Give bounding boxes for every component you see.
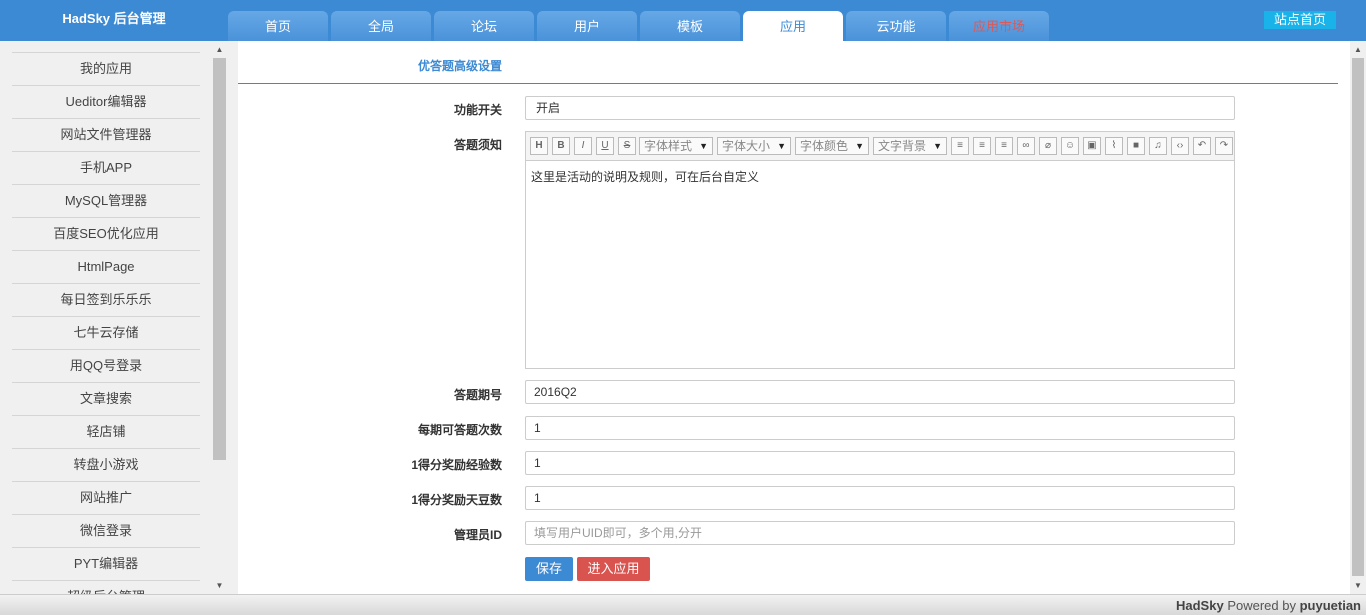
editor-toolbar: H B I U S 字体样式 ▼ 字体大小 ▼ 字体颜色 ▼ 文字背景 ▼ ≡ ≡ ≡ … xyxy=(526,132,1234,161)
sidebar: 我的应用 Ueditor编辑器 网站文件管理器 手机APP MySQL管理器 百… xyxy=(0,41,228,594)
sidebar-item-file-manager[interactable]: 网站文件管理器 xyxy=(12,118,200,151)
main-scrollbar[interactable]: ▲ ▼ xyxy=(1350,41,1366,594)
unlink-icon[interactable]: ⌀ xyxy=(1039,137,1057,155)
tab-cloud[interactable]: 云功能 xyxy=(846,11,946,41)
font-style-select-label: 字体样式 xyxy=(644,139,693,153)
times-input[interactable]: 1 xyxy=(525,416,1235,440)
strikethrough-icon[interactable]: S xyxy=(618,137,636,155)
font-color-select[interactable]: 字体颜色 ▼ xyxy=(795,137,869,155)
exp-label: 1得分奖励经验数 xyxy=(411,458,502,472)
align-left-icon[interactable]: ≡ xyxy=(951,137,969,155)
admin-brand: HadSky 后台管理 xyxy=(62,11,166,26)
font-color-select-label: 字体颜色 xyxy=(800,139,849,153)
times-label: 每期可答题次数 xyxy=(417,423,502,437)
tab-users[interactable]: 用户 xyxy=(537,11,637,41)
rich-text-editor: H B I U S 字体样式 ▼ 字体大小 ▼ 字体颜色 ▼ 文字背景 ▼ ≡ ≡ ≡ … xyxy=(525,131,1235,369)
sidebar-item-mobile-app[interactable]: 手机APP xyxy=(12,151,200,184)
sidebar-item-qq-login[interactable]: 用QQ号登录 xyxy=(12,349,200,382)
beans-input[interactable]: 1 xyxy=(525,486,1235,510)
notice-label: 答题须知 xyxy=(453,138,502,152)
caret-down-icon: ▼ xyxy=(933,141,942,151)
tab-forum[interactable]: 论坛 xyxy=(434,11,534,41)
sidebar-item-qiniu[interactable]: 七牛云存储 xyxy=(12,316,200,349)
footer-bar: HadSky Powered by puyuetian xyxy=(0,594,1366,615)
underline-icon[interactable]: U xyxy=(596,137,614,155)
switch-label: 功能开关 xyxy=(453,103,502,117)
sidebar-item-super-admin[interactable]: 超级后台管理 xyxy=(12,580,200,594)
tab-home[interactable]: 首页 xyxy=(228,11,328,41)
footer-powered: Powered by xyxy=(1227,598,1296,613)
admin-id-input[interactable]: 填写用户UID即可，多个用,分开 xyxy=(525,521,1235,545)
tab-global[interactable]: 全局 xyxy=(331,11,431,41)
video-icon[interactable]: ■ xyxy=(1127,137,1145,155)
font-size-select-label: 字体大小 xyxy=(722,139,771,153)
settings-panel: 优答题高级设置 功能开关 开启 答题须知 H B I U S 字体样式 ▼ 字体大… xyxy=(238,41,1350,594)
sidebar-item-wheel-game[interactable]: 转盘小游戏 xyxy=(12,448,200,481)
sidebar-item-htmlpage[interactable]: HtmlPage xyxy=(12,250,200,283)
caret-down-icon: ▼ xyxy=(855,141,864,151)
image-icon[interactable]: ▣ xyxy=(1083,137,1101,155)
emoji-icon[interactable]: ☺ xyxy=(1061,137,1079,155)
editor-content[interactable]: 这里是活动的说明及规则，可在后台自定义 xyxy=(531,168,759,185)
sidebar-scroll-thumb[interactable] xyxy=(213,58,226,460)
code-icon[interactable]: ‹› xyxy=(1171,137,1189,155)
switch-select[interactable]: 开启 xyxy=(525,96,1235,120)
caret-down-icon: ▼ xyxy=(777,141,786,151)
sidebar-item-promotion[interactable]: 网站推广 xyxy=(12,481,200,514)
site-home-button[interactable]: 站点首页 xyxy=(1264,11,1336,29)
sidebar-scrollbar[interactable]: ▲ ▼ xyxy=(211,41,228,594)
sidebar-item-wechat-login[interactable]: 微信登录 xyxy=(12,514,200,547)
text-background-select-label: 文字背景 xyxy=(878,139,927,153)
sidebar-item-shop[interactable]: 轻店铺 xyxy=(12,415,200,448)
exp-input[interactable]: 1 xyxy=(525,451,1235,475)
footer-brand: HadSky xyxy=(1175,598,1224,613)
bold-icon[interactable]: B xyxy=(552,137,570,155)
footer-author[interactable]: puyuetian xyxy=(1300,598,1361,613)
font-style-select[interactable]: 字体样式 ▼ xyxy=(639,137,713,155)
page-title: 优答题高级设置 xyxy=(418,59,503,73)
italic-icon[interactable]: I xyxy=(574,137,592,155)
admin-id-label: 管理员ID xyxy=(453,528,502,542)
sidebar-list: 我的应用 Ueditor编辑器 网站文件管理器 手机APP MySQL管理器 百… xyxy=(12,52,200,594)
scroll-down-icon[interactable]: ▼ xyxy=(1350,577,1366,594)
align-center-icon[interactable]: ≡ xyxy=(973,137,991,155)
beans-label: 1得分奖励天豆数 xyxy=(411,493,502,507)
caret-down-icon: ▼ xyxy=(699,141,708,151)
title-divider xyxy=(238,83,1338,84)
scroll-up-icon[interactable]: ▲ xyxy=(1350,41,1366,58)
tab-apps[interactable]: 应用 xyxy=(743,11,843,41)
scroll-up-icon[interactable]: ▲ xyxy=(211,41,228,58)
sidebar-item-ueditor[interactable]: Ueditor编辑器 xyxy=(12,85,200,118)
heading-icon[interactable]: H xyxy=(530,137,548,155)
link-icon[interactable]: ∞ xyxy=(1017,137,1035,155)
powered-by: HadSky Powered by puyuetian xyxy=(1176,598,1361,613)
attachment-icon[interactable]: ⌇ xyxy=(1105,137,1123,155)
music-icon[interactable]: ♫ xyxy=(1149,137,1167,155)
period-input[interactable]: 2016Q2 xyxy=(525,380,1235,404)
period-label: 答题期号 xyxy=(453,388,502,402)
top-header: HadSky 后台管理 首页 全局 论坛 用户 模板 应用 云功能 应用市场 站… xyxy=(0,0,1366,41)
text-background-select[interactable]: 文字背景 ▼ xyxy=(873,137,947,155)
enter-app-button[interactable]: 进入应用 xyxy=(577,557,650,581)
tab-templates[interactable]: 模板 xyxy=(640,11,740,41)
sidebar-item-daily-signin[interactable]: 每日签到乐乐乐 xyxy=(12,283,200,316)
sidebar-item-baidu-seo[interactable]: 百度SEO优化应用 xyxy=(12,217,200,250)
save-button[interactable]: 保存 xyxy=(525,557,573,581)
sidebar-item-mysql[interactable]: MySQL管理器 xyxy=(12,184,200,217)
sidebar-item-my-apps[interactable]: 我的应用 xyxy=(12,52,200,85)
undo-icon[interactable]: ↶ xyxy=(1193,137,1211,155)
scroll-down-icon[interactable]: ▼ xyxy=(211,577,228,594)
redo-icon[interactable]: ↷ xyxy=(1215,137,1233,155)
sidebar-item-article-search[interactable]: 文章搜索 xyxy=(12,382,200,415)
main-scroll-thumb[interactable] xyxy=(1352,58,1364,576)
font-size-select[interactable]: 字体大小 ▼ xyxy=(717,137,791,155)
main-content: 优答题高级设置 功能开关 开启 答题须知 H B I U S 字体样式 ▼ 字体大… xyxy=(228,41,1350,594)
align-right-icon[interactable]: ≡ xyxy=(995,137,1013,155)
tab-app-market[interactable]: 应用市场 xyxy=(949,11,1049,41)
sidebar-item-pyt-editor[interactable]: PYT编辑器 xyxy=(12,547,200,580)
